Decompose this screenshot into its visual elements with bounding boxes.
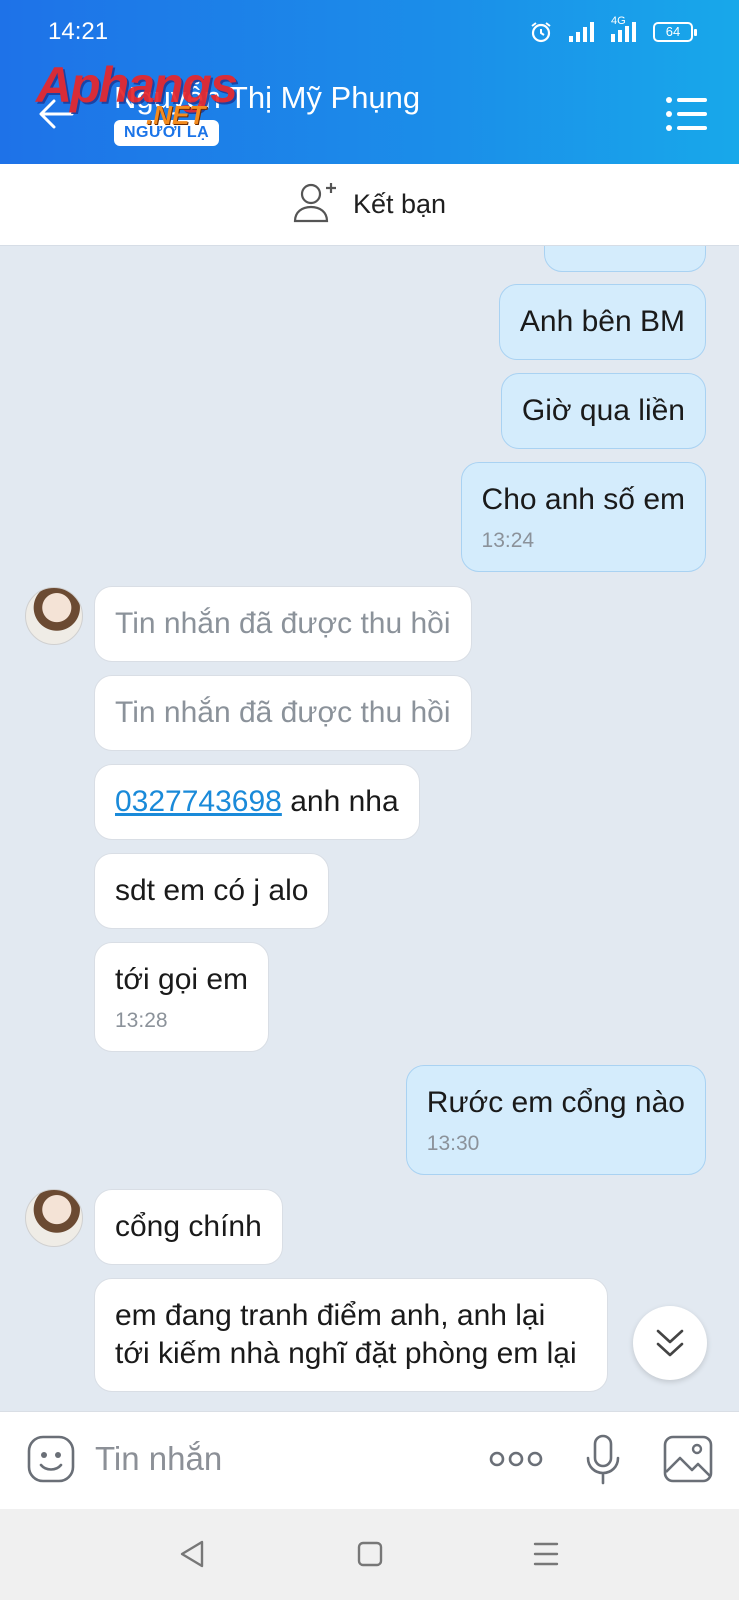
alarm-icon bbox=[529, 20, 553, 44]
network-type: 4G bbox=[611, 15, 626, 27]
image-icon[interactable] bbox=[662, 1434, 714, 1489]
message-text: tới gọi em bbox=[115, 963, 249, 996]
signal-4g-icon: 4G bbox=[609, 15, 639, 43]
contact-avatar[interactable] bbox=[25, 587, 83, 645]
message-time: 13:30 bbox=[426, 1132, 480, 1155]
message-time: 13:24 bbox=[481, 529, 535, 552]
message-text: sdt em có j alo bbox=[115, 874, 309, 907]
message-bubble[interactable]: sdt em có j alo bbox=[94, 853, 330, 929]
chat-header: 14:21 4G 64 Nguyễn Thị Mỹ Phụng NGƯỜI LẠ… bbox=[0, 0, 739, 164]
recalled-message-text: Tin nhắn đã được thu hồi bbox=[115, 607, 451, 640]
battery-icon: 64 bbox=[653, 22, 697, 42]
more-icon[interactable] bbox=[488, 1448, 544, 1475]
message-bubble[interactable]: Anh bên BM bbox=[498, 284, 706, 360]
back-arrow-icon bbox=[39, 99, 74, 129]
status-time: 14:21 bbox=[48, 18, 109, 45]
contact-name[interactable]: Nguyễn Thị Mỹ Phụng bbox=[114, 80, 420, 116]
message-bubble[interactable]: Tin nhắn đã được thu hồi bbox=[94, 586, 472, 662]
scroll-to-bottom-button[interactable] bbox=[633, 1306, 707, 1380]
add-friend-label: Kết bạn bbox=[352, 189, 447, 219]
back-button[interactable] bbox=[36, 94, 76, 134]
message-bubble-partial[interactable] bbox=[544, 246, 706, 272]
message-bubble[interactable]: 0327743698 anh nha bbox=[94, 764, 420, 840]
list-menu-icon bbox=[666, 97, 707, 131]
nav-recents-icon[interactable] bbox=[532, 1539, 560, 1574]
chat-area[interactable]: Anh bên BM Giờ qua liền Cho anh số em 13… bbox=[0, 246, 739, 1411]
message-text: Cho anh số em bbox=[481, 483, 685, 516]
message-text: em đang tranh điểm anh, anh lại tới kiếm… bbox=[115, 1299, 577, 1370]
message-bubble[interactable]: Tin nhắn đã được thu hồi bbox=[94, 675, 472, 751]
message-bubble[interactable]: Giờ qua liền bbox=[500, 373, 706, 449]
nav-back-icon[interactable] bbox=[178, 1539, 206, 1574]
phone-number-link[interactable]: 0327743698 bbox=[115, 785, 282, 818]
message-text: anh nha bbox=[281, 785, 399, 818]
message-text: Anh bên BM bbox=[519, 305, 685, 338]
add-person-icon bbox=[293, 181, 339, 228]
nav-home-icon[interactable] bbox=[356, 1539, 384, 1574]
emoji-icon[interactable] bbox=[26, 1434, 76, 1489]
message-text: cổng chính bbox=[115, 1210, 262, 1243]
message-bubble[interactable]: cổng chính bbox=[94, 1189, 283, 1265]
double-chevron-down-icon bbox=[656, 1329, 684, 1357]
message-bubble[interactable]: Rước em cổng nào 13:30 bbox=[405, 1065, 706, 1175]
stranger-badge: NGƯỜI LẠ bbox=[114, 120, 220, 146]
message-text: Rước em cổng nào bbox=[426, 1086, 685, 1119]
message-bubble[interactable]: tới gọi em 13:28 bbox=[94, 942, 270, 1052]
recalled-message-text: Tin nhắn đã được thu hồi bbox=[115, 696, 451, 729]
message-bubble[interactable]: Cho anh số em 13:24 bbox=[460, 462, 706, 572]
message-input-bar: Tin nhắn bbox=[0, 1411, 739, 1509]
system-navbar bbox=[0, 1509, 739, 1600]
contact-avatar[interactable] bbox=[25, 1189, 83, 1247]
message-time: 13:28 bbox=[115, 1009, 168, 1032]
message-bubble[interactable]: em đang tranh điểm anh, anh lại tới kiếm… bbox=[94, 1278, 608, 1392]
message-text: Giờ qua liền bbox=[521, 394, 685, 427]
status-icons: 4G 64 bbox=[529, 15, 697, 44]
microphone-icon[interactable] bbox=[584, 1434, 622, 1491]
message-input[interactable]: Tin nhắn bbox=[95, 1440, 222, 1478]
menu-button[interactable] bbox=[665, 96, 709, 132]
add-friend-button[interactable]: Kết bạn bbox=[0, 164, 739, 246]
signal-icon bbox=[567, 21, 595, 43]
